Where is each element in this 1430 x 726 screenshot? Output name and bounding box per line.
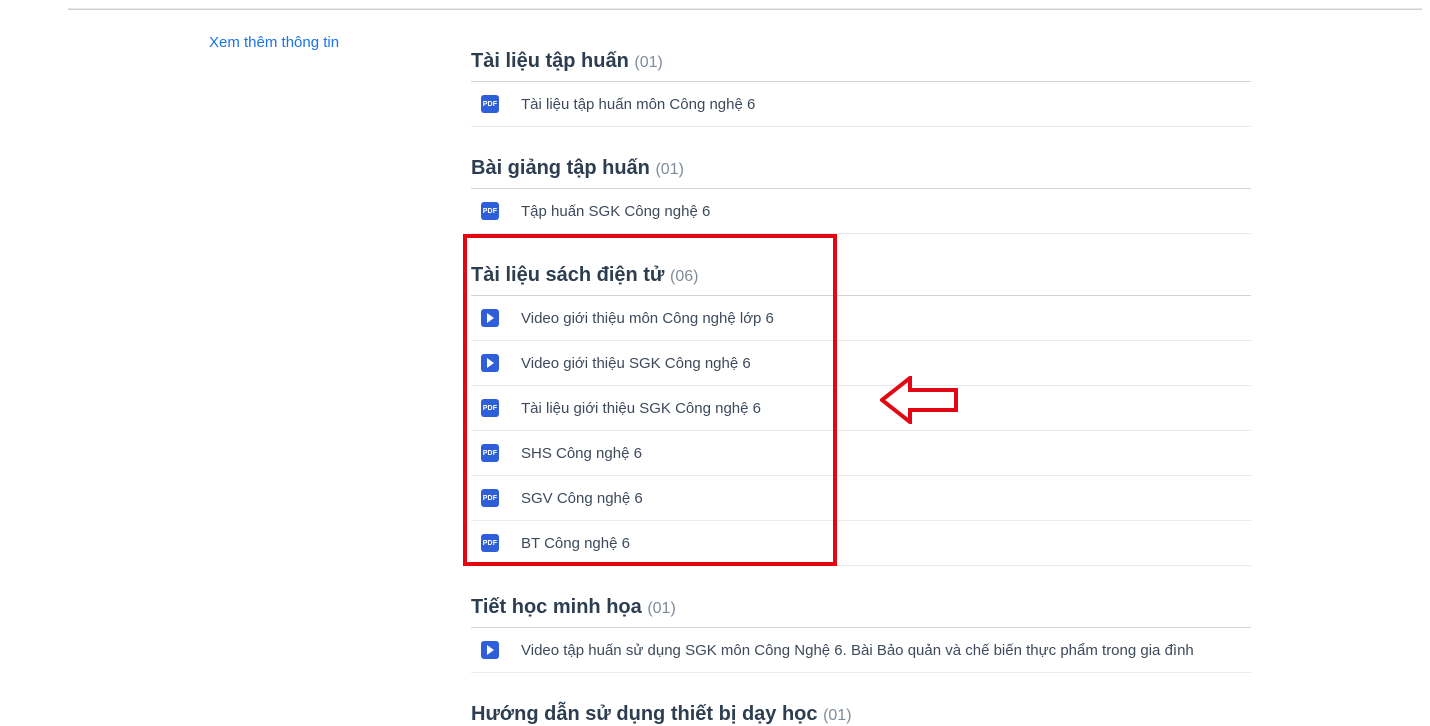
list-item[interactable]: Video giới thiệu SGK Công nghệ 6 [471, 341, 1251, 386]
list-item[interactable]: PDF SHS Công nghệ 6 [471, 431, 1251, 476]
section-header: Tiết học minh họa (01) [471, 590, 1251, 628]
video-icon [481, 309, 499, 327]
list-item[interactable]: PDF SGV Công nghệ 6 [471, 476, 1251, 521]
item-label: BT Công nghệ 6 [521, 535, 630, 552]
pdf-icon: PDF [481, 95, 499, 113]
section-count: (01) [647, 600, 675, 617]
section-header: Bài giảng tập huấn (01) [471, 151, 1251, 189]
section-title: Hướng dẫn sử dụng thiết bị dạy học [471, 703, 818, 725]
list-item[interactable]: PDF Tài liệu tập huấn môn Công nghệ 6 [471, 82, 1251, 127]
page-root: Xem thêm thông tin Tài liệu tập huấn (01… [0, 0, 1430, 726]
section-count: (01) [634, 54, 662, 71]
list-item[interactable]: PDF Tài liệu giới thiệu SGK Công nghệ 6 [471, 386, 1251, 431]
section-header: Tài liệu tập huấn (01) [471, 44, 1251, 82]
item-label: Video giới thiệu môn Công nghệ lớp 6 [521, 310, 774, 327]
pdf-icon: PDF [481, 202, 499, 220]
list-item[interactable]: PDF BT Công nghệ 6 [471, 521, 1251, 566]
section-count: (01) [655, 161, 683, 178]
list-item[interactable]: Video giới thiệu môn Công nghệ lớp 6 [471, 296, 1251, 341]
list-item[interactable]: PDF Tập huấn SGK Công nghệ 6 [471, 189, 1251, 234]
item-label: Tài liệu giới thiệu SGK Công nghệ 6 [521, 400, 761, 417]
item-label: Tài liệu tập huấn môn Công nghệ 6 [521, 96, 755, 113]
section-title: Tiết học minh họa [471, 596, 642, 618]
section-header: Hướng dẫn sử dụng thiết bị dạy học (01) [471, 697, 1251, 726]
section-header: Tài liệu sách điện tử (06) [471, 258, 1251, 296]
sidebar-more-info-link[interactable]: Xem thêm thông tin [209, 34, 339, 51]
section-huong-dan-thiet-bi: Hướng dẫn sử dụng thiết bị dạy học (01) [471, 697, 1251, 726]
section-tai-lieu-tap-huan: Tài liệu tập huấn (01) PDF Tài liệu tập … [471, 44, 1251, 127]
video-icon [481, 354, 499, 372]
section-title: Tài liệu tập huấn [471, 50, 629, 72]
section-tai-lieu-sach-dien-tu: Tài liệu sách điện tử (06) Video giới th… [471, 258, 1251, 566]
item-label: Tập huấn SGK Công nghệ 6 [521, 203, 710, 220]
pdf-icon: PDF [481, 444, 499, 462]
item-label: Video giới thiệu SGK Công nghệ 6 [521, 355, 751, 372]
section-title: Tài liệu sách điện tử [471, 264, 664, 286]
section-count: (01) [823, 707, 851, 724]
pdf-icon: PDF [481, 489, 499, 507]
item-label: SHS Công nghệ 6 [521, 445, 642, 462]
list-item[interactable]: Video tập huấn sử dụng SGK môn Công Nghệ… [471, 628, 1251, 673]
item-label: SGV Công nghệ 6 [521, 490, 643, 507]
video-icon [481, 641, 499, 659]
pdf-icon: PDF [481, 534, 499, 552]
item-label: Video tập huấn sử dụng SGK môn Công Nghệ… [521, 642, 1194, 659]
section-bai-giang-tap-huan: Bài giảng tập huấn (01) PDF Tập huấn SGK… [471, 151, 1251, 234]
content-column: Tài liệu tập huấn (01) PDF Tài liệu tập … [471, 20, 1251, 726]
section-tiet-hoc-minh-hoa: Tiết học minh họa (01) Video tập huấn sử… [471, 590, 1251, 673]
section-title: Bài giảng tập huấn [471, 157, 650, 179]
pdf-icon: PDF [481, 399, 499, 417]
section-count: (06) [670, 268, 698, 285]
top-divider [68, 8, 1422, 10]
